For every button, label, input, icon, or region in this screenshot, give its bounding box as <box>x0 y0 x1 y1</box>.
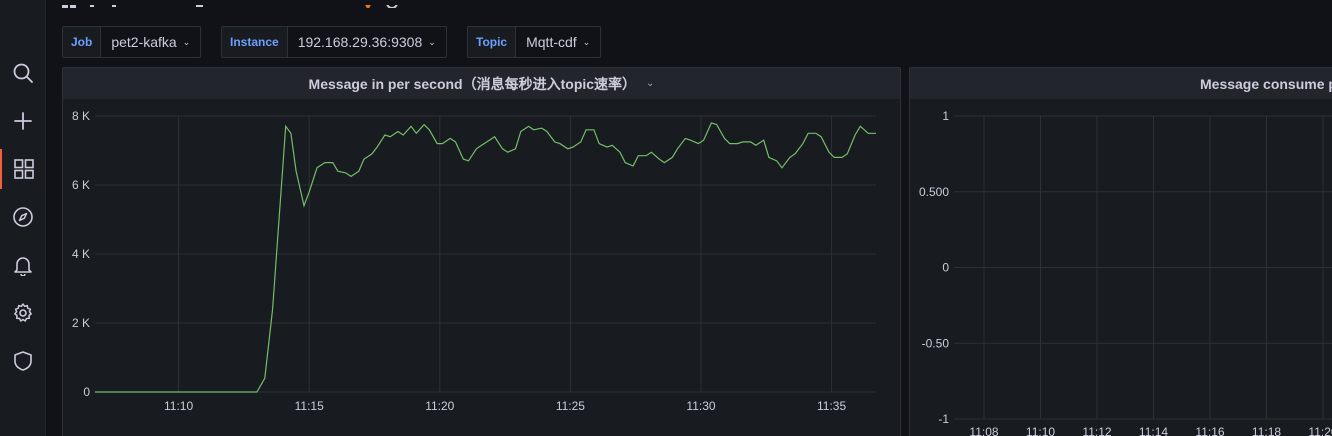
variable-value-topic: Mqtt-cdf <box>526 34 577 50</box>
x-tick-label: 11:25 <box>556 399 585 413</box>
panel-header[interactable]: Message consume per second <box>910 68 1332 99</box>
chart-message-in: 0 2 K 4 K 6 K 8 K 11:10 11:15 11:20 11:25 11:30 11… <box>72 109 876 413</box>
variable-label-instance: Instance <box>221 26 288 58</box>
x-tick-label: 11:10 <box>1026 425 1055 436</box>
panel-title: Message in per second（消息每秒进入topic速率） <box>308 75 637 92</box>
side-menu <box>0 0 46 436</box>
panel-message-consume-per-second: Message consume per second -1 -0.50 0 0.500… <box>909 67 1332 436</box>
plus-icon <box>14 112 32 130</box>
variable-value-job: pet2-kafka <box>111 34 177 50</box>
variable-label-job: Job <box>62 26 102 58</box>
explore-nav-button[interactable] <box>0 197 46 237</box>
y-tick-label: 0 <box>942 261 949 275</box>
y-tick-label: 0.500 <box>919 185 949 199</box>
x-tick-label: 11:35 <box>817 399 846 413</box>
y-tick-label: 0 <box>83 385 90 399</box>
panel-title: Message consume per second <box>1200 75 1332 92</box>
search-icon <box>13 63 33 83</box>
variable-dropdown-instance[interactable]: 192.168.29.36:9308 ⌄ <box>287 26 447 58</box>
x-tick-label: 11:20 <box>1308 425 1332 436</box>
configuration-gear-icon <box>14 303 32 322</box>
variable-instance: Instance 192.168.29.36:9308 ⌄ <box>221 26 447 58</box>
configuration-nav-button[interactable] <box>0 293 46 333</box>
alerting-nav-button[interactable] <box>0 245 46 285</box>
x-tick-label: 11:16 <box>1195 425 1224 436</box>
x-tick-label: 11:10 <box>164 399 193 413</box>
y-tick-label: -0.50 <box>922 336 950 350</box>
y-tick-label: -1 <box>938 412 949 426</box>
variable-topic: Topic Mqtt-cdf ⌄ <box>467 26 602 58</box>
y-tick-label: 1 <box>942 109 949 123</box>
search-nav-button[interactable] <box>0 53 46 93</box>
variable-value-instance: 192.168.29.36:9308 <box>297 34 423 50</box>
chevron-down-icon: ⌄ <box>582 37 591 47</box>
create-nav-button[interactable] <box>0 101 46 141</box>
dashboard-nav-bar-partial <box>46 0 1332 8</box>
x-tick-label: 11:20 <box>425 399 454 413</box>
server-admin-nav-button[interactable] <box>0 341 46 381</box>
x-tick-label: 11:18 <box>1252 425 1281 436</box>
chevron-down-icon: ⌄ <box>182 37 191 47</box>
x-tick-label: 11:08 <box>969 425 998 436</box>
variable-job: Job pet2-kafka ⌄ <box>62 26 202 58</box>
explore-compass-icon <box>13 207 33 227</box>
chart-message-consume: -1 -0.50 0 0.500 1 11:08 11:10 11:12 11:14 11:16 1… <box>919 109 1332 436</box>
y-tick-label: 6 K <box>72 178 90 192</box>
x-tick-label: 11:12 <box>1082 425 1111 436</box>
dashboards-icon <box>14 159 34 179</box>
x-tick-label: 11:15 <box>295 399 324 413</box>
y-tick-label: 4 K <box>72 247 90 261</box>
x-tick-label: 11:30 <box>686 399 715 413</box>
dashboard-title-row-icons <box>62 0 398 8</box>
variable-dropdown-topic[interactable]: Mqtt-cdf ⌄ <box>516 26 602 58</box>
y-tick-label: 2 K <box>72 316 90 330</box>
x-tick-label: 11:14 <box>1139 425 1168 436</box>
share-icon <box>386 0 398 8</box>
star-icon <box>364 3 372 8</box>
y-tick-label: 8 K <box>72 109 90 123</box>
chevron-down-icon: ⌄ <box>428 37 436 47</box>
alerting-bell-icon <box>14 257 32 276</box>
panel-message-in-per-second: Message in per second（消息每秒进入topic速率） ⌄ 0… <box>62 67 901 436</box>
panel-header[interactable]: Message in per second（消息每秒进入topic速率） ⌄ <box>63 68 900 99</box>
series-line <box>95 122 876 393</box>
panel-menu-chevron-icon[interactable]: ⌄ <box>646 78 654 89</box>
variable-dropdown-job[interactable]: pet2-kafka ⌄ <box>101 26 202 58</box>
server-admin-shield-icon <box>14 351 32 371</box>
variable-label-topic: Topic <box>467 26 517 58</box>
dashboards-nav-button[interactable] <box>0 149 46 189</box>
